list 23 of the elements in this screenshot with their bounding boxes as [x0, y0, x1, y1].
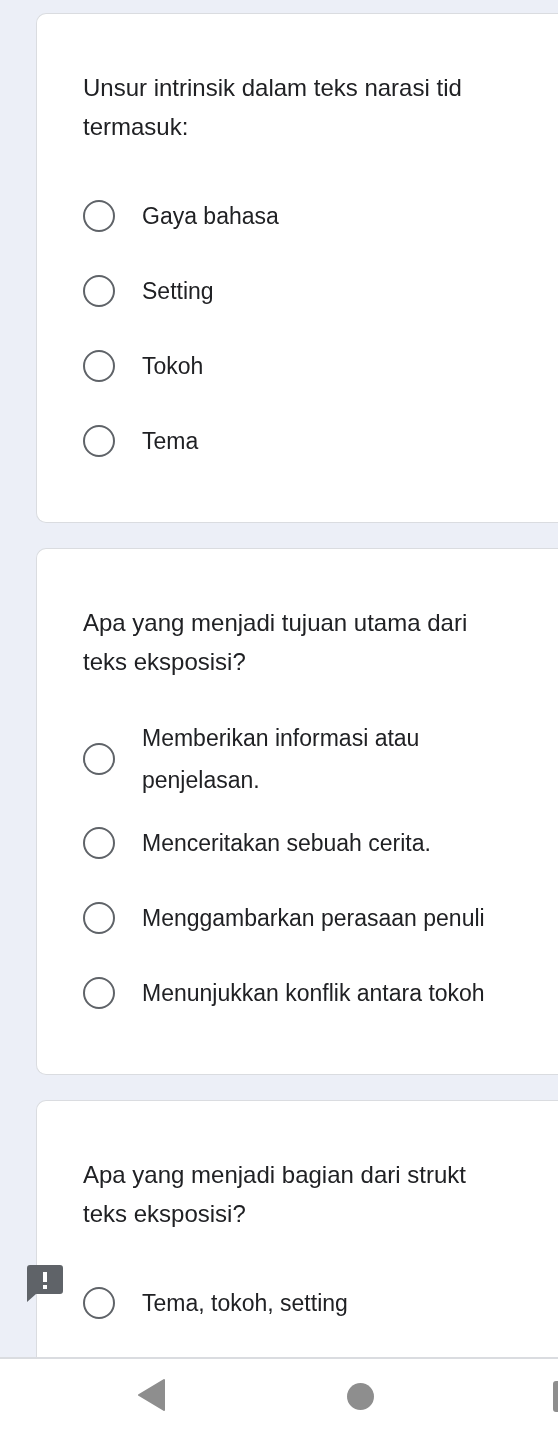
question-text: Unsur intrinsik dalam teks narasi tid termasuk: — [83, 73, 463, 142]
option-label[interactable]: Menggambarkan perasaan penuli — [142, 896, 485, 939]
radio-button[interactable] — [83, 743, 115, 775]
radio-button[interactable] — [83, 826, 115, 859]
option-label[interactable]: Gaya bahasa — [142, 194, 279, 237]
radio-button[interactable] — [83, 1286, 115, 1319]
option-label[interactable]: Menunjukkan konflik antara tokoh — [142, 971, 485, 1014]
option-label[interactable]: Menceritakan sebuah cerita. — [142, 821, 431, 864]
radio-button[interactable] — [83, 976, 115, 1009]
option-label[interactable]: Tema — [142, 419, 199, 462]
question-text: Apa yang menjadi bagian dari strukt teks eksposisi? — [83, 1160, 467, 1229]
back-icon[interactable] — [138, 1379, 166, 1411]
radio-button[interactable] — [83, 424, 115, 457]
home-icon[interactable] — [347, 1383, 374, 1410]
question-text: Apa yang menjadi tujuan utama dari teks eksposisi? — [83, 608, 469, 677]
option-label[interactable]: Tokoh — [142, 344, 204, 387]
radio-button[interactable] — [83, 349, 115, 382]
option-label[interactable]: Memberikan informasi atau penjelasan. — [142, 717, 420, 801]
radio-button[interactable] — [83, 901, 115, 934]
option-label[interactable]: Tema, tokoh, setting — [142, 1281, 348, 1324]
radio-button[interactable] — [83, 274, 115, 307]
radio-button[interactable] — [83, 199, 115, 232]
option-label[interactable]: Setting — [142, 269, 214, 312]
